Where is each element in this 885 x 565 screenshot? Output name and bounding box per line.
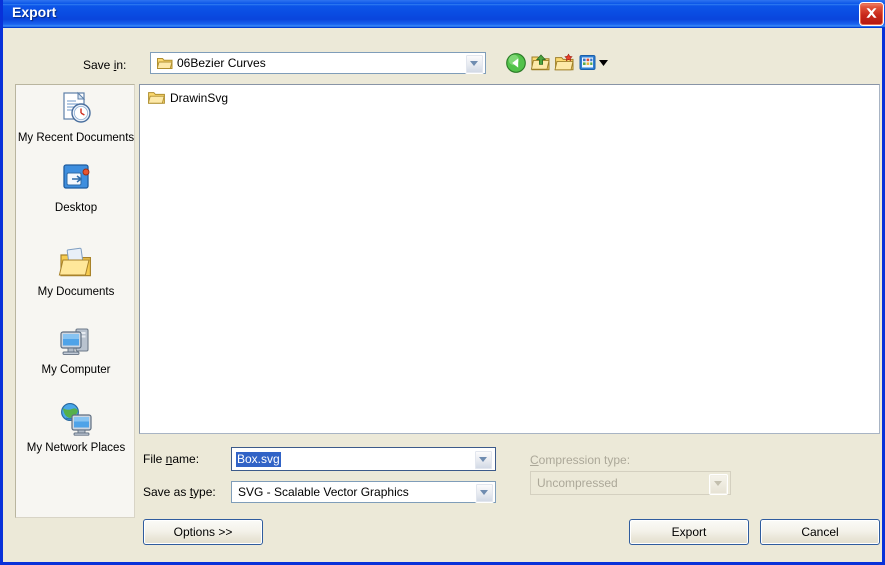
- sidebar-item-desktop[interactable]: Desktop: [16, 161, 136, 215]
- up-one-level-button[interactable]: [530, 52, 554, 76]
- save-as-type-label: Save as type:: [143, 485, 216, 499]
- sidebar-item-label: My Recent Documents: [17, 132, 135, 144]
- my-network-places-icon: [61, 403, 92, 436]
- export-button[interactable]: Export: [629, 519, 749, 545]
- compression-type-value: Uncompressed: [537, 476, 618, 490]
- sidebar-item-my-network-places[interactable]: My Network Places: [16, 401, 136, 455]
- back-arrow-icon: [506, 53, 526, 73]
- sidebar-item-my-computer[interactable]: My Computer: [16, 323, 136, 377]
- save-as-type-value: SVG - Scalable Vector Graphics: [238, 485, 409, 499]
- save-in-value: 06Bezier Curves: [177, 56, 266, 70]
- sidebar-item-label: Desktop: [54, 202, 98, 214]
- cancel-button[interactable]: Cancel: [760, 519, 880, 545]
- views-icon: [579, 55, 608, 70]
- up-folder-icon: [530, 54, 550, 71]
- list-item[interactable]: DrawinSvg: [145, 89, 231, 107]
- save-in-combobox[interactable]: 06Bezier Curves: [150, 52, 486, 74]
- close-icon: [866, 8, 877, 18]
- chevron-down-icon: [714, 481, 722, 486]
- my-documents-icon: [58, 247, 91, 277]
- back-button[interactable]: [505, 52, 529, 76]
- options-button[interactable]: Options >>: [143, 519, 263, 545]
- compression-type-dropdown-button: [709, 474, 728, 495]
- close-button[interactable]: [859, 2, 884, 26]
- save-as-type-combobox[interactable]: SVG - Scalable Vector Graphics: [231, 481, 496, 503]
- file-name-combobox[interactable]: Box.svg: [231, 447, 496, 471]
- export-dialog: Export Save in: 06Bezier Curves My Recen…: [0, 0, 885, 565]
- window-title: Export: [12, 4, 57, 20]
- file-list[interactable]: DrawinSvg: [139, 84, 880, 434]
- compression-type-combobox: Uncompressed: [530, 471, 731, 495]
- sidebar-item-label: My Computer: [41, 364, 111, 376]
- sidebar-item-my-recent-documents[interactable]: My Recent Documents: [16, 91, 136, 145]
- sidebar-item-label: My Documents: [37, 286, 115, 298]
- my-computer-icon: [60, 328, 89, 355]
- recent-documents-icon: [63, 91, 91, 123]
- chevron-down-icon: [470, 61, 478, 66]
- create-new-folder-button[interactable]: [554, 52, 578, 76]
- chevron-down-icon: [480, 490, 488, 495]
- file-name: DrawinSvg: [170, 91, 229, 105]
- sidebar-item-my-documents[interactable]: My Documents: [16, 245, 136, 299]
- chevron-down-icon: [479, 457, 487, 462]
- save-in-label: Save in:: [83, 58, 127, 72]
- compression-type-label: Compression type:: [530, 453, 631, 467]
- file-name-dropdown-button[interactable]: [474, 450, 493, 470]
- folder-icon: [148, 92, 165, 104]
- new-folder-icon: [554, 53, 574, 71]
- desktop-icon: [63, 164, 90, 189]
- folder-icon: [157, 58, 173, 69]
- views-button[interactable]: [578, 52, 612, 76]
- file-name-input[interactable]: Box.svg: [236, 452, 281, 467]
- places-bar: My Recent Documents Desktop My Documents: [15, 84, 135, 518]
- title-bar: Export: [3, 0, 885, 28]
- save-as-type-dropdown-button[interactable]: [475, 483, 494, 503]
- save-in-dropdown-button[interactable]: [465, 54, 484, 74]
- file-name-label: File name:: [143, 452, 200, 466]
- titlebar-highlight: [3, 0, 885, 4]
- sidebar-item-label: My Network Places: [26, 442, 126, 454]
